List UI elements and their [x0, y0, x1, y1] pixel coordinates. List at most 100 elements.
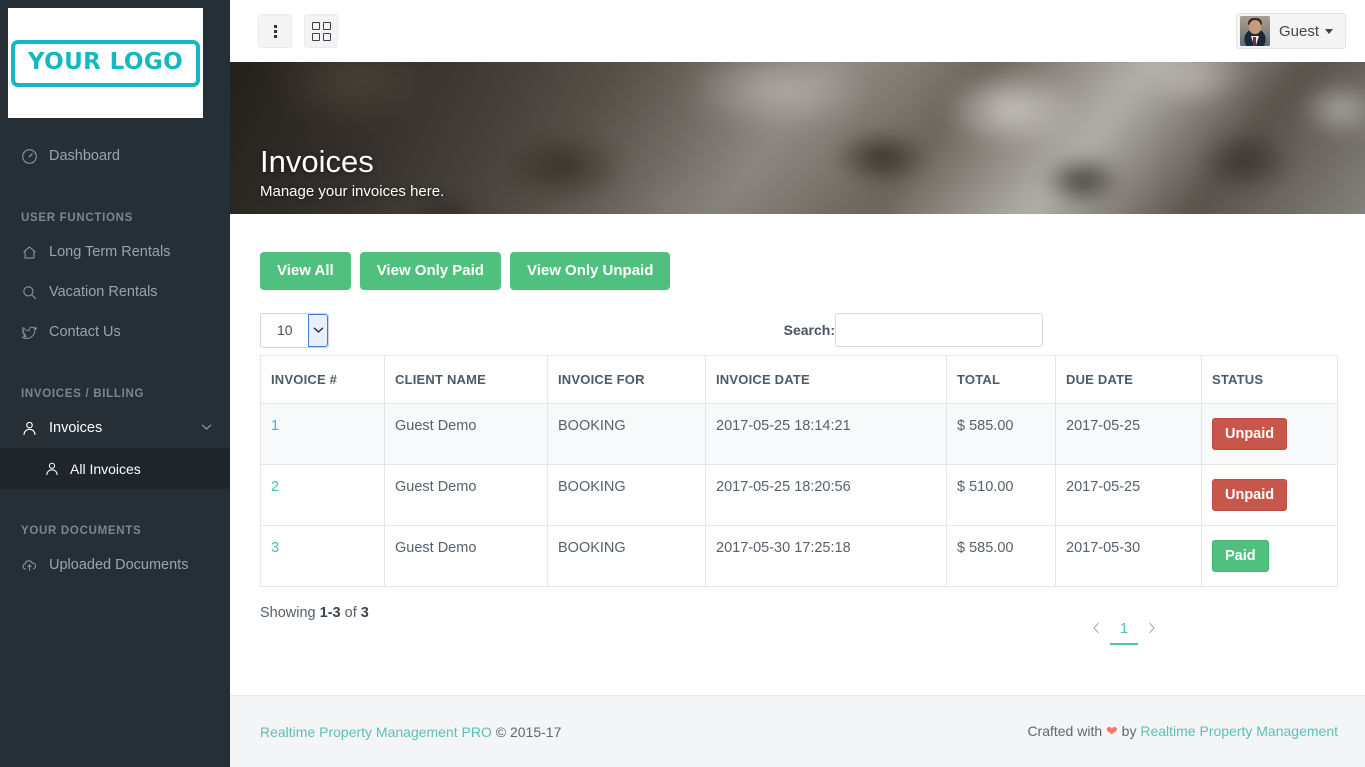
table-row: 2 Guest Demo BOOKING 2017-05-25 18:20:56… — [260, 464, 1338, 527]
page-footer: Realtime Property Management PRO © 2015-… — [230, 695, 1365, 767]
sidebar-section-your-documents: YOUR DOCUMENTS — [21, 525, 142, 537]
logo-text: YOUR LOGO — [27, 48, 184, 75]
cell-invoice-no: 1 — [260, 402, 385, 466]
column-header-client-name[interactable]: CLIENT NAME — [384, 355, 548, 404]
cell-invoice-for: BOOKING — [547, 402, 706, 466]
sidebar-section-invoices-billing: INVOICES / BILLING — [21, 388, 145, 400]
column-header-total[interactable]: TOTAL — [946, 355, 1056, 404]
view-only-paid-button[interactable]: View Only Paid — [359, 252, 501, 290]
caret-down-icon — [1325, 28, 1333, 34]
sidebar-item-uploaded-documents[interactable]: Uploaded Documents — [0, 545, 230, 585]
search-input[interactable] — [835, 313, 1043, 347]
status-badge[interactable]: Paid — [1212, 540, 1269, 573]
page-title: Invoices — [260, 143, 374, 179]
chevron-left-icon — [1092, 621, 1100, 638]
invoice-link[interactable]: 2 — [271, 479, 279, 495]
pagination-page-1[interactable]: 1 — [1110, 613, 1138, 646]
cell-client-name: Guest Demo — [384, 402, 548, 466]
table-controls: 102550100 Search: — [260, 312, 1338, 348]
cell-invoice-date: 2017-05-25 18:20:56 — [705, 464, 947, 527]
view-all-button[interactable]: View All — [260, 252, 351, 290]
column-header-invoice-for[interactable]: INVOICE FOR — [547, 355, 706, 404]
sidebar-toggle-button[interactable] — [258, 14, 292, 48]
dashboard-icon — [21, 148, 49, 165]
topbar: Guest — [230, 0, 1365, 62]
sidebar-item-label: Contact Us — [49, 324, 121, 340]
table-header-row: INVOICE # CLIENT NAME INVOICE FOR INVOIC… — [260, 355, 1338, 404]
sidebar-item-dashboard[interactable]: Dashboard — [0, 136, 230, 176]
chevron-down-icon — [201, 423, 212, 434]
sidebar-item-label: All Invoices — [70, 460, 141, 477]
grid-view-button[interactable] — [304, 14, 338, 48]
crafted-prefix: Crafted with — [1027, 723, 1107, 739]
page-hero-banner: Invoices Manage your invoices here. — [230, 62, 1365, 214]
sidebar-item-invoices[interactable]: Invoices — [0, 408, 230, 448]
sidebar-item-label: Invoices — [49, 420, 103, 436]
table-row: 3 Guest Demo BOOKING 2017-05-30 17:25:18… — [260, 525, 1338, 588]
ellipsis-vertical-icon — [273, 24, 277, 38]
cloud-upload-icon — [21, 557, 49, 574]
logo[interactable]: YOUR LOGO — [8, 8, 203, 118]
user-name-label: Guest — [1278, 22, 1319, 40]
status-badge[interactable]: Unpaid — [1212, 418, 1288, 451]
showing-total: 3 — [360, 605, 369, 622]
showing-prefix: Showing — [260, 605, 320, 622]
chevron-right-icon — [1148, 621, 1156, 638]
showing-range: 1-3 — [319, 605, 341, 622]
sidebar-section-user-functions: USER FUNCTIONS — [21, 212, 134, 224]
cell-total: $ 510.00 — [946, 464, 1056, 527]
user-icon — [44, 461, 70, 477]
table-body: 1 Guest Demo BOOKING 2017-05-25 18:14:21… — [260, 402, 1338, 588]
sidebar-item-label: Vacation Rentals — [49, 284, 158, 300]
cell-due-date: 2017-05-25 — [1055, 402, 1202, 466]
footer-copyright: © 2015-17 — [491, 723, 562, 740]
sidebar-item-label: Long Term Rentals — [49, 244, 171, 260]
page-subtitle: Manage your invoices here. — [260, 183, 445, 200]
user-menu[interactable]: Guest — [1235, 13, 1346, 49]
cell-invoice-no: 2 — [260, 464, 385, 527]
cell-invoice-date: 2017-05-30 17:25:18 — [705, 525, 947, 588]
footer-brand-link[interactable]: Realtime Property Management PRO — [260, 724, 492, 740]
table-head: INVOICE # CLIENT NAME INVOICE FOR INVOIC… — [260, 355, 1338, 404]
table-footer: Showing 1-3 of 3 1 — [260, 605, 1337, 646]
twitter-icon — [21, 324, 49, 341]
cell-client-name: Guest Demo — [384, 464, 548, 527]
sidebar-item-all-invoices[interactable]: All Invoices — [0, 448, 230, 489]
content-panel: View All View Only Paid View Only Unpaid… — [230, 214, 1365, 695]
showing-mid: of — [340, 605, 361, 622]
footer-company-link[interactable]: Realtime Property Management — [1140, 723, 1338, 739]
cell-invoice-no: 3 — [260, 525, 385, 588]
cell-invoice-date: 2017-05-25 18:14:21 — [705, 402, 947, 466]
invoice-link[interactable]: 1 — [271, 418, 279, 434]
search-icon — [21, 284, 49, 301]
column-header-due-date[interactable]: DUE DATE — [1055, 355, 1202, 404]
search-label: Search: — [783, 322, 835, 338]
table-info: Showing 1-3 of 3 — [260, 605, 369, 621]
sidebar: YOUR LOGO Dashboard USER FUNCTIONS Long … — [0, 0, 230, 767]
sidebar-item-vacation-rentals[interactable]: Vacation Rentals — [0, 272, 230, 312]
status-badge[interactable]: Unpaid — [1212, 479, 1288, 512]
grid-icon — [311, 21, 331, 41]
cell-due-date: 2017-05-25 — [1055, 464, 1202, 527]
cell-invoice-for: BOOKING — [547, 525, 706, 588]
home-icon — [21, 244, 49, 261]
filter-button-group: View All View Only Paid View Only Unpaid — [260, 252, 1338, 290]
page-length-wrapper: 102550100 — [260, 312, 329, 348]
column-header-status[interactable]: STATUS — [1201, 355, 1338, 404]
cell-total: $ 585.00 — [946, 525, 1056, 588]
sidebar-item-long-term-rentals[interactable]: Long Term Rentals — [0, 232, 230, 272]
footer-right: Crafted with ❤ by Realtime Property Mana… — [1027, 723, 1338, 740]
pagination-next-button[interactable] — [1138, 613, 1166, 645]
invoice-link[interactable]: 3 — [271, 540, 279, 556]
cell-status: Unpaid — [1201, 402, 1338, 466]
column-header-invoice-no[interactable]: INVOICE # — [260, 355, 385, 404]
hero-text-block: Invoices Manage your invoices here. — [260, 143, 445, 200]
pagination-prev-button[interactable] — [1082, 613, 1110, 645]
sidebar-item-contact-us[interactable]: Contact Us — [0, 312, 230, 352]
cell-client-name: Guest Demo — [384, 525, 548, 588]
view-only-unpaid-button[interactable]: View Only Unpaid — [509, 252, 671, 290]
pagination: 1 — [1082, 613, 1166, 646]
sidebar-item-label: Uploaded Documents — [49, 557, 189, 573]
column-header-invoice-date[interactable]: INVOICE DATE — [705, 355, 947, 404]
page-length-select[interactable]: 102550100 — [260, 312, 329, 348]
